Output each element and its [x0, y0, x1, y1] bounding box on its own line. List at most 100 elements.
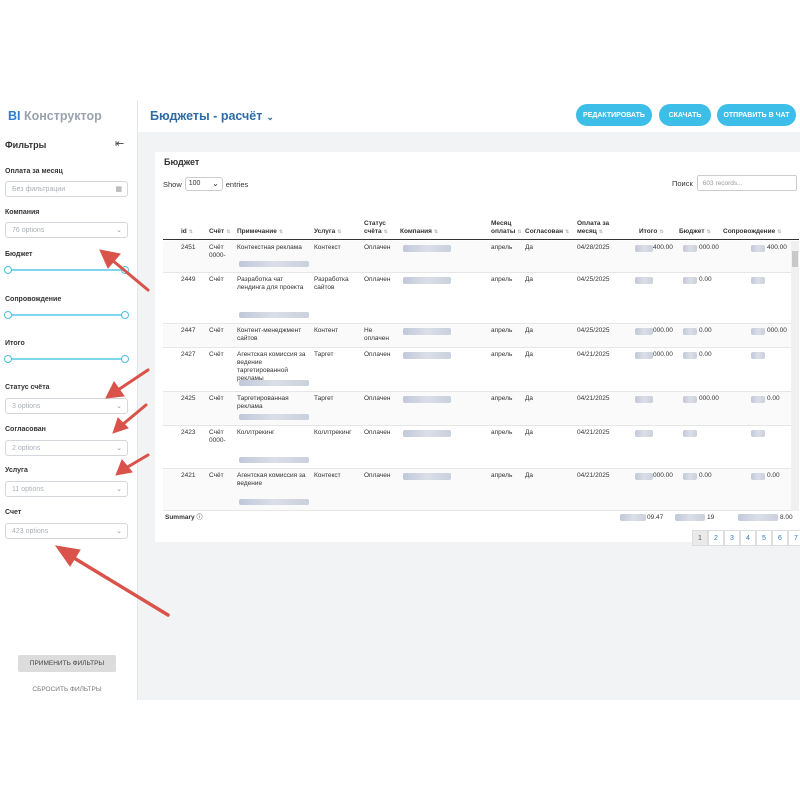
redacted-value: [683, 245, 697, 252]
apply-filters-button[interactable]: ПРИМЕНИТЬ ФИЛЬТРЫ: [18, 655, 116, 672]
payment-month-placeholder: Без фильтрации: [12, 186, 66, 193]
invoice-status-select[interactable]: 3 options ⌄: [5, 398, 128, 414]
scrollbar-thumb[interactable]: [792, 251, 798, 267]
filter-label-agreed: Согласован: [5, 426, 46, 433]
redacted-value: [403, 245, 451, 252]
page-button[interactable]: 4: [740, 530, 756, 546]
page-button[interactable]: 1: [692, 530, 708, 546]
column-header[interactable]: Итого ⇅: [639, 228, 669, 236]
sort-icon[interactable]: ⇅: [189, 229, 193, 235]
main-content: Бюджет Show 100 ⌄ entries Поиск 603 recor…: [138, 132, 800, 700]
sort-icon[interactable]: ⇅: [659, 229, 663, 235]
redacted-value: [635, 352, 653, 359]
cell-status: Оплачен: [364, 276, 391, 283]
edit-button[interactable]: РЕДАКТИРОВАТЬ: [576, 104, 652, 126]
sort-icon[interactable]: ⇅: [777, 229, 781, 235]
sort-icon[interactable]: ⇅: [226, 229, 230, 235]
total-range-slider[interactable]: [4, 355, 129, 363]
reset-filters-button[interactable]: СБРОСИТЬ ФИЛЬТРЫ: [18, 682, 116, 696]
column-header[interactable]: id ⇅: [181, 228, 201, 236]
page-button[interactable]: 5: [756, 530, 772, 546]
page-button[interactable]: 3: [724, 530, 740, 546]
cell-date: 04/28/2025: [577, 244, 610, 251]
sort-icon[interactable]: ⇅: [337, 229, 341, 235]
collapse-sidebar-icon[interactable]: ⇤: [115, 137, 124, 150]
page-button[interactable]: 6: [772, 530, 788, 546]
app-logo[interactable]: BI Конструктор: [8, 109, 102, 123]
redacted-value: [635, 328, 653, 335]
support-range-slider[interactable]: [4, 311, 129, 319]
column-header[interactable]: Счёт ⇅: [209, 228, 235, 236]
page-button[interactable]: 7: [788, 530, 800, 546]
top-bar: BI Конструктор Бюджеты - расчёт ⌄ РЕДАКТИ…: [0, 100, 800, 132]
invoice-select[interactable]: 423 options ⌄: [5, 523, 128, 539]
table-row[interactable]: 2451 Счёт 0000- Контекстная реклама Контекс…: [163, 241, 791, 273]
table-row[interactable]: 2425 Счёт Таргетированная реклама Таргет Опл…: [163, 392, 791, 426]
support-slider-max-handle[interactable]: [121, 311, 129, 319]
sort-icon[interactable]: ⇅: [565, 229, 569, 235]
redacted-value: [683, 396, 697, 403]
cell-status: Оплачен: [364, 244, 391, 251]
column-header[interactable]: Месяц оплаты ⇅: [491, 220, 523, 236]
summary-label: Summary ⓘ: [165, 514, 202, 522]
entries-select[interactable]: 100 ⌄: [184, 177, 223, 191]
table-scrollbar[interactable]: [791, 241, 799, 511]
sort-icon[interactable]: ⇅: [707, 229, 711, 235]
sort-icon[interactable]: ⇅: [279, 229, 283, 235]
column-header[interactable]: Бюджет ⇅: [679, 228, 719, 236]
column-header[interactable]: Оплата за месяц ⇅: [577, 220, 632, 236]
cell-date: 04/21/2025: [577, 429, 610, 436]
budget-slider-min-handle[interactable]: [4, 266, 12, 274]
page-title[interactable]: Бюджеты - расчёт ⌄: [150, 109, 274, 123]
sort-icon[interactable]: ⇅: [384, 229, 388, 235]
table-row[interactable]: 2421 Счёт Агентская комиссия за ведение Кон…: [163, 469, 791, 511]
page-button[interactable]: 2: [708, 530, 724, 546]
cell-invoice: Счёт 0000-: [209, 429, 226, 444]
column-header-label: Сопровождение: [723, 228, 776, 235]
company-select[interactable]: 76 options ⌄: [5, 222, 128, 238]
sort-icon[interactable]: ⇅: [434, 229, 438, 235]
invoice-status-select-value: 3 options: [12, 403, 41, 410]
cell-budget: 0.00: [699, 351, 712, 358]
sort-icon[interactable]: ⇅: [517, 229, 521, 235]
table-row[interactable]: 2447 Счёт Контент-менеджмент сайтов Контент…: [163, 324, 791, 348]
column-header[interactable]: Услуга ⇅: [314, 228, 362, 236]
chevron-down-icon: ⌄: [116, 403, 122, 410]
download-button[interactable]: СКАЧАТЬ: [659, 104, 711, 126]
page-title-text: Бюджеты - расчёт: [150, 109, 263, 123]
company-select-value: 76 options: [12, 227, 45, 234]
filter-label-budget: Бюджет: [5, 251, 33, 258]
search-input[interactable]: 603 records...: [696, 175, 797, 191]
cell-agreed: Да: [525, 351, 534, 358]
redacted-value: [239, 380, 309, 386]
payment-month-date-input[interactable]: Без фильтрации ▦: [5, 181, 128, 197]
filter-label-support: Сопровождение: [5, 296, 62, 303]
total-slider-min-handle[interactable]: [4, 355, 12, 363]
column-header[interactable]: Компания ⇅: [400, 228, 488, 236]
agreed-select[interactable]: 2 options ⌄: [5, 440, 128, 456]
table-row[interactable]: 2449 Счёт Разработка чат лендинга для прое…: [163, 273, 791, 324]
service-select-value: 11 options: [12, 486, 44, 493]
budget-range-slider[interactable]: [4, 266, 129, 274]
column-header[interactable]: Статус счёта ⇅: [364, 220, 398, 236]
chevron-down-icon: ⌄: [116, 528, 122, 535]
redacted-value: [751, 352, 765, 359]
filters-title: Фильтры: [5, 140, 47, 150]
column-header[interactable]: Примечание ⇅: [237, 228, 312, 236]
support-slider-min-handle[interactable]: [4, 311, 12, 319]
column-header[interactable]: Согласован ⇅: [525, 228, 573, 236]
column-header-label: Компания: [400, 228, 432, 235]
service-select[interactable]: 11 options ⌄: [5, 481, 128, 497]
calendar-icon: ▦: [115, 186, 122, 193]
cell-date: 04/25/2025: [577, 327, 610, 334]
table-row[interactable]: 2423 Счёт 0000- Коллтрекинг Коллтрекинг Опла…: [163, 426, 791, 469]
budget-slider-max-handle[interactable]: [121, 266, 129, 274]
redacted-value: [620, 514, 646, 521]
total-slider-max-handle[interactable]: [121, 355, 129, 363]
info-icon[interactable]: ⓘ: [196, 515, 202, 521]
column-header[interactable]: Сопровождение ⇅: [723, 228, 787, 236]
send-to-chat-button[interactable]: ОТПРАВИТЬ В ЧАТ: [717, 104, 796, 126]
table-row[interactable]: 2427 Счёт Агентская комиссия за ведение та…: [163, 348, 791, 392]
sort-icon[interactable]: ⇅: [599, 229, 603, 235]
redacted-value: [683, 473, 697, 480]
